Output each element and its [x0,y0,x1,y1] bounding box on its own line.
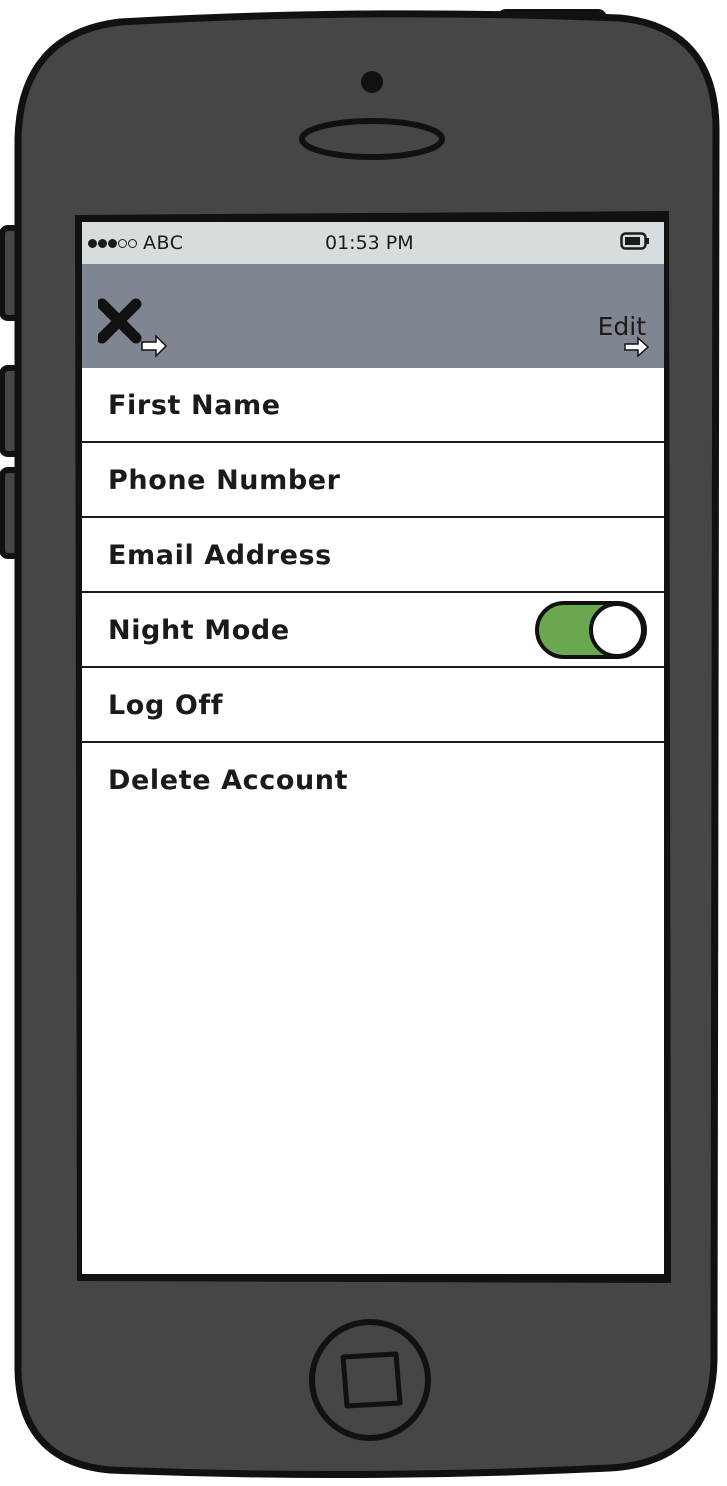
list-item-first-name[interactable]: First Name [82,368,664,443]
signal-dot [88,238,97,248]
list-item-label: Log Off [108,690,224,721]
link-arrow-icon [624,336,650,358]
list-item-label: Night Mode [108,615,290,646]
signal-dot [108,238,117,248]
battery-icon [620,232,649,250]
status-time: 01:53 PM [325,232,414,254]
status-left: ABC [88,232,183,254]
list-item-delete-account[interactable]: Delete Account [82,743,664,816]
status-bar: ABC 01:53 PM [82,222,664,264]
list-item-phone-number[interactable]: Phone Number [82,443,664,518]
signal-dot [118,238,127,248]
close-icon [96,298,168,358]
link-arrow-icon [141,334,168,358]
night-mode-toggle[interactable] [534,599,648,661]
list-item-label: Email Address [108,540,332,571]
signal-dot [128,238,137,248]
signal-strength-icon [88,238,137,248]
list-item-night-mode: Night Mode [82,593,664,668]
navigation-bar: Edit [82,264,664,368]
list-item-label: Phone Number [108,465,341,496]
toggle-knob [589,602,645,658]
close-button[interactable] [96,298,170,362]
list-item-label: First Name [108,390,281,421]
phone-mockup: ABC 01:53 PM Edit First Name Phone Numbe… [0,0,727,1486]
front-camera [361,71,383,93]
signal-dot [98,238,107,248]
screen: ABC 01:53 PM Edit First Name Phone Numbe… [82,222,664,1274]
list-item-email-address[interactable]: Email Address [82,518,664,593]
list-item-label: Delete Account [108,765,349,796]
list-item-log-off[interactable]: Log Off [82,668,664,743]
settings-list: First Name Phone Number Email Address Ni… [82,368,664,816]
carrier-name: ABC [143,232,184,254]
